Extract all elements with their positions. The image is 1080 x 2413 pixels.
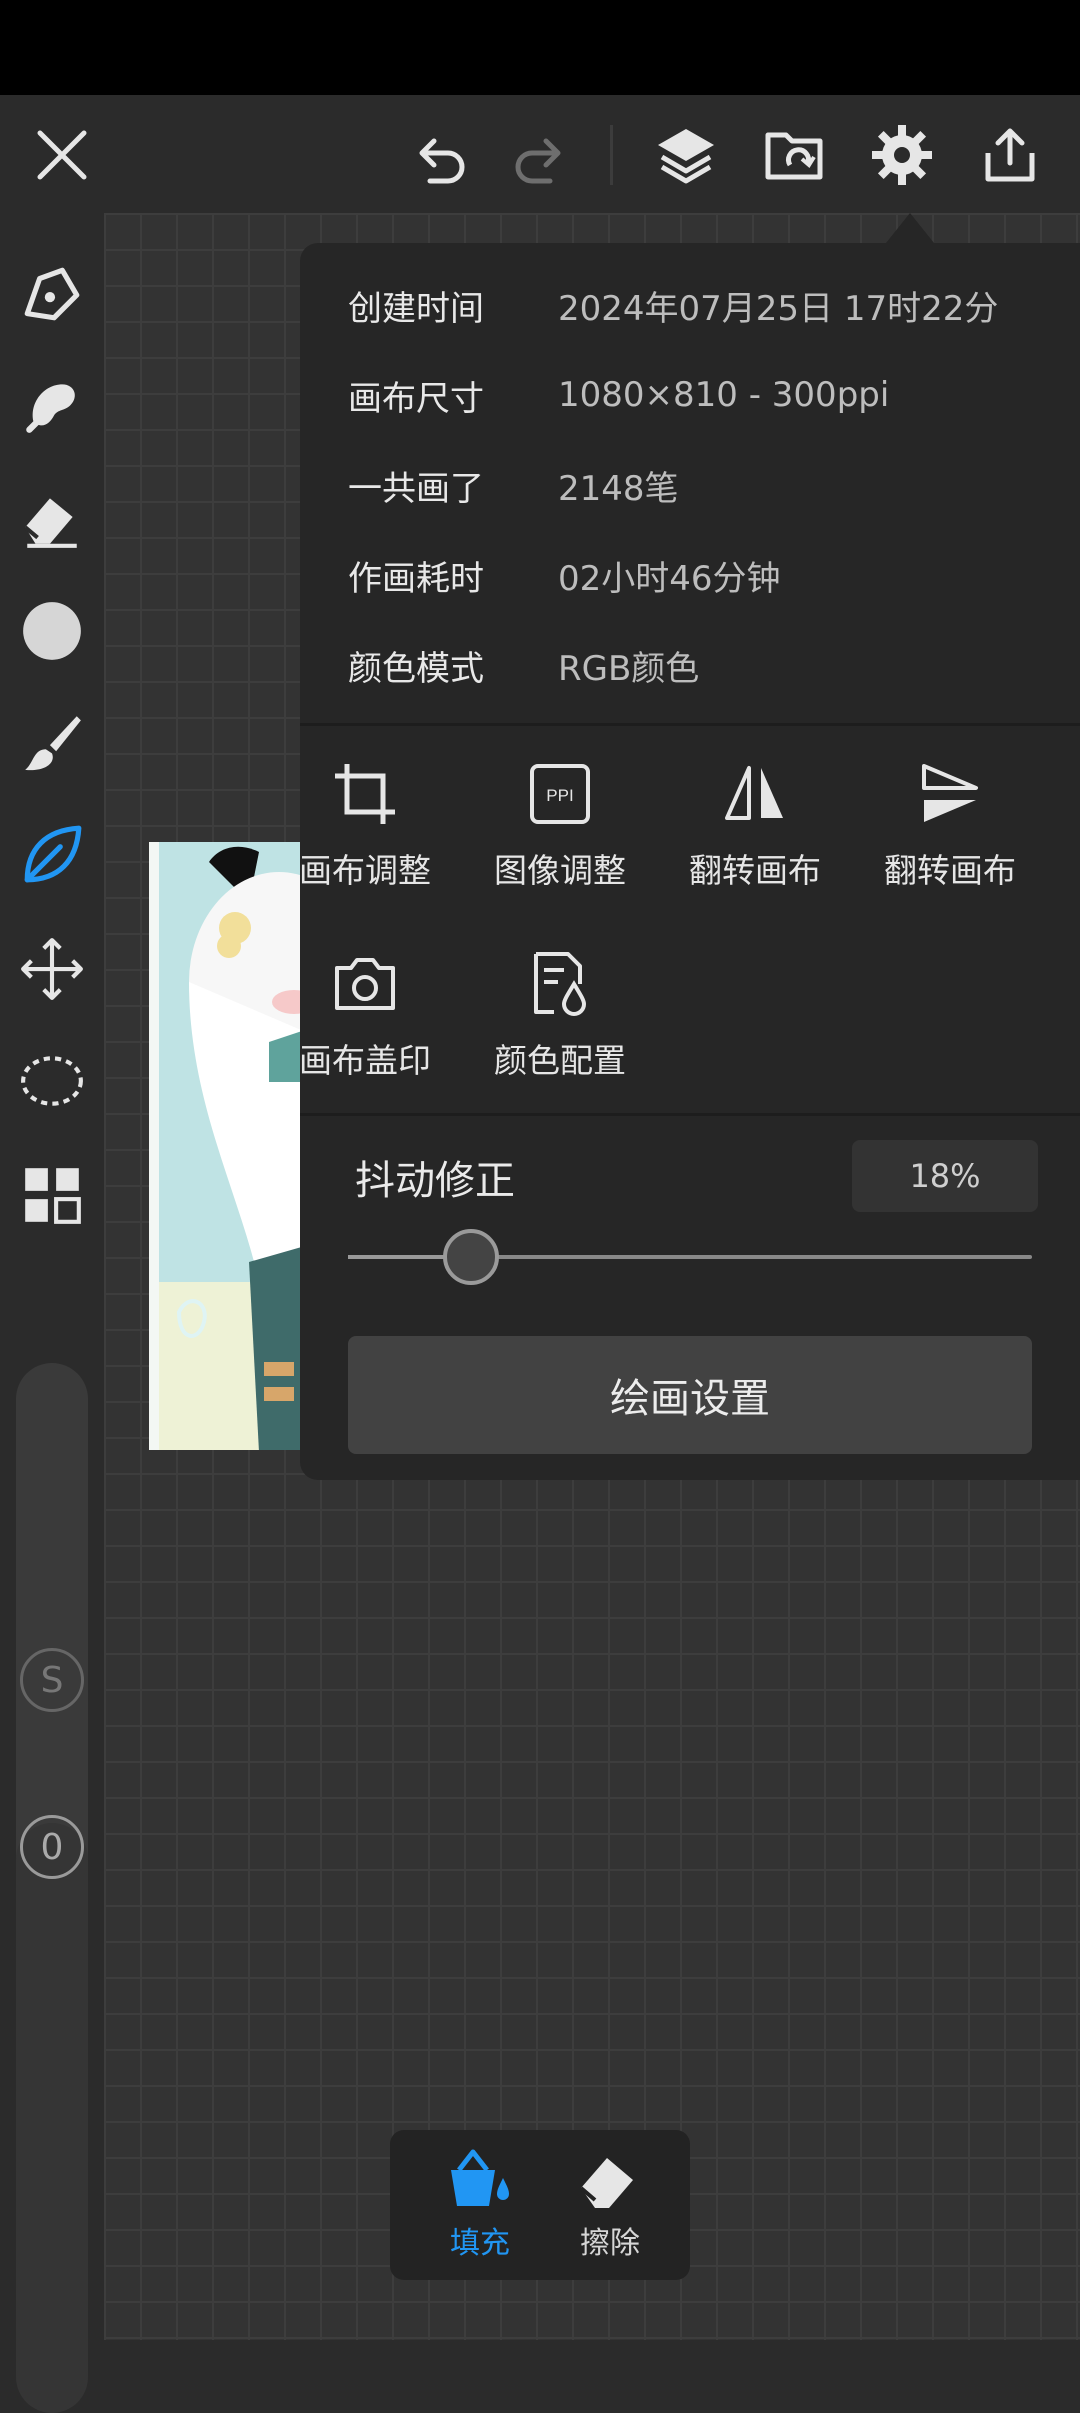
opacity-indicator: 0 [20,1815,84,1879]
erase-label: 擦除 [580,2226,640,2261]
svg-text:PPI: PPI [546,786,573,805]
panel-divider [300,723,1080,726]
lasso-icon[interactable] [14,1043,90,1119]
panel-pointer [886,213,934,243]
info-key: 画布尺寸 [348,378,484,419]
info-value: RGB颜色 [558,648,700,689]
color-profile-button[interactable]: 颜色配置 [475,948,645,1118]
tool-label: 颜色配置 [494,1041,626,1080]
info-key: 创建时间 [348,288,484,329]
undo-icon[interactable] [400,115,480,195]
tool-label: 图像调整 [494,851,626,890]
info-key: 一共画了 [348,468,484,509]
tool-label: 画布盖印 [299,1041,431,1080]
stabilizer-slider[interactable] [348,1229,1032,1285]
top-toolbar [0,95,1080,213]
share-icon[interactable] [970,115,1050,195]
fill-button[interactable]: 填充 [415,2148,545,2268]
info-value: 2148笔 [558,468,679,509]
info-row-color-mode: 颜色模式 RGB颜色 [348,635,699,695]
info-row-created: 创建时间 2024年07月25日 17时22分 [348,275,998,335]
info-key: 作画耗时 [348,558,484,599]
canvas-stamp-button[interactable]: 画布盖印 [280,948,450,1118]
tool-label: 翻转画布 [884,851,1016,890]
info-value: 1080×810 - 300ppi [558,375,890,415]
layers-icon[interactable] [646,115,726,195]
info-value: 2024年07月25日 17时22分 [558,288,999,329]
flip-horizontal-icon [725,766,783,820]
left-sidebar: S 0 [0,213,104,2413]
eraser-icon[interactable] [14,481,90,557]
move-icon[interactable] [14,931,90,1007]
fill-label: 填充 [450,2226,510,2261]
tool-label: 画布调整 [299,851,431,890]
close-icon[interactable] [22,115,102,195]
info-value: 02小时46分钟 [558,558,781,599]
brush-icon[interactable] [14,705,90,781]
smudge-icon[interactable] [14,367,90,443]
flip-vertical-button[interactable]: 翻转画布 [865,758,1035,928]
stabilizer-slider-knob[interactable] [443,1229,500,1285]
canvas-adjust-button[interactable]: 画布调整 [280,758,450,928]
status-bar [0,0,1080,95]
grid-menu-icon[interactable] [14,1157,90,1233]
canvas-settings-panel: 创建时间 2024年07月25日 17时22分 画布尺寸 1080×810 - … [299,243,1080,1480]
panel-divider [300,1113,1080,1116]
camera-icon [335,958,395,1010]
ppi-icon: PPI [530,764,590,824]
fill-leaf-icon[interactable] [14,817,90,893]
redo-icon[interactable] [500,115,580,195]
info-key: 颜色模式 [348,648,484,689]
eraser-icon [579,2158,633,2208]
image-adjust-button[interactable]: PPI 图像调整 [475,758,645,928]
info-row-strokes: 一共画了 2148笔 [348,455,679,515]
flip-horizontal-button[interactable]: 翻转画布 [670,758,840,928]
tool-label: 翻转画布 [689,851,821,890]
pen-icon[interactable] [14,255,90,331]
settings-icon[interactable] [862,115,942,195]
flip-vertical-icon [922,764,978,822]
crop-icon [335,764,395,824]
opacity-slider[interactable] [16,1823,88,2413]
color-circle-icon[interactable] [14,593,90,669]
info-row-time: 作画耗时 02小时46分钟 [348,545,781,605]
paint-bucket-icon [451,2149,509,2206]
erase-button[interactable]: 擦除 [545,2148,675,2268]
info-row-size: 画布尺寸 1080×810 - 300ppi [348,365,889,425]
stabilizer-label: 抖动修正 [355,1158,515,1204]
fill-mode-toggle: 填充 擦除 [390,2130,690,2280]
size-indicator: S [20,1648,84,1712]
toolbar-divider [610,125,613,185]
stabilizer-value-field[interactable]: 18% [852,1140,1038,1212]
save-to-folder-icon[interactable] [754,115,834,195]
paint-settings-button[interactable]: 绘画设置 [348,1336,1032,1454]
color-profile-icon [534,952,587,1016]
